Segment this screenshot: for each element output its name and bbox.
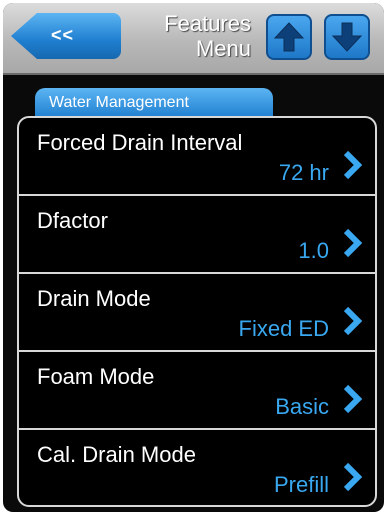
list-item-foam-mode[interactable]: Foam Mode Basic	[19, 352, 375, 430]
chevron-right-icon	[343, 150, 363, 180]
chevron-right-icon	[343, 384, 363, 414]
list-item-value: 1.0	[298, 238, 329, 263]
back-button[interactable]: <<	[11, 13, 121, 59]
arrow-up-icon	[273, 22, 305, 52]
list-item-label: Forced Drain Interval	[37, 130, 243, 155]
tab-water-management[interactable]: Water Management	[35, 88, 273, 118]
chevron-right-icon	[343, 228, 363, 258]
back-button-label: <<	[51, 25, 75, 45]
list-item-cal-drain-mode[interactable]: Cal. Drain Mode Prefill	[19, 430, 375, 505]
list-item-label: Cal. Drain Mode	[37, 442, 196, 467]
list-item-label: Drain Mode	[37, 286, 151, 311]
header-bar: << Features Menu	[3, 3, 384, 75]
page-title-line2: Menu	[195, 36, 251, 61]
arrow-down-icon	[331, 22, 363, 52]
chevron-right-icon	[343, 462, 363, 492]
list-item-value: Basic	[275, 394, 329, 419]
list-item-dfactor[interactable]: Dfactor 1.0	[19, 196, 375, 274]
list-item-value: Fixed ED	[238, 316, 329, 341]
page-title: Features Menu	[123, 11, 251, 61]
scroll-down-button[interactable]	[324, 14, 370, 60]
list-item-drain-mode[interactable]: Drain Mode Fixed ED	[19, 274, 375, 352]
list-item-label: Dfactor	[37, 208, 108, 233]
list-item-value: Prefill	[273, 472, 329, 497]
list-item-forced-drain-interval[interactable]: Forced Drain Interval 72 hr	[19, 118, 375, 196]
list-item-label: Foam Mode	[37, 364, 155, 389]
page-title-line1: Features	[164, 11, 251, 36]
scroll-up-button[interactable]	[266, 14, 312, 60]
chevron-right-icon	[343, 306, 363, 336]
device-screen: << Features Menu Water Management Forced…	[3, 3, 384, 512]
list-item-value: 72 hr	[278, 160, 329, 185]
settings-list: Forced Drain Interval 72 hr Dfactor 1.0 …	[17, 116, 377, 507]
